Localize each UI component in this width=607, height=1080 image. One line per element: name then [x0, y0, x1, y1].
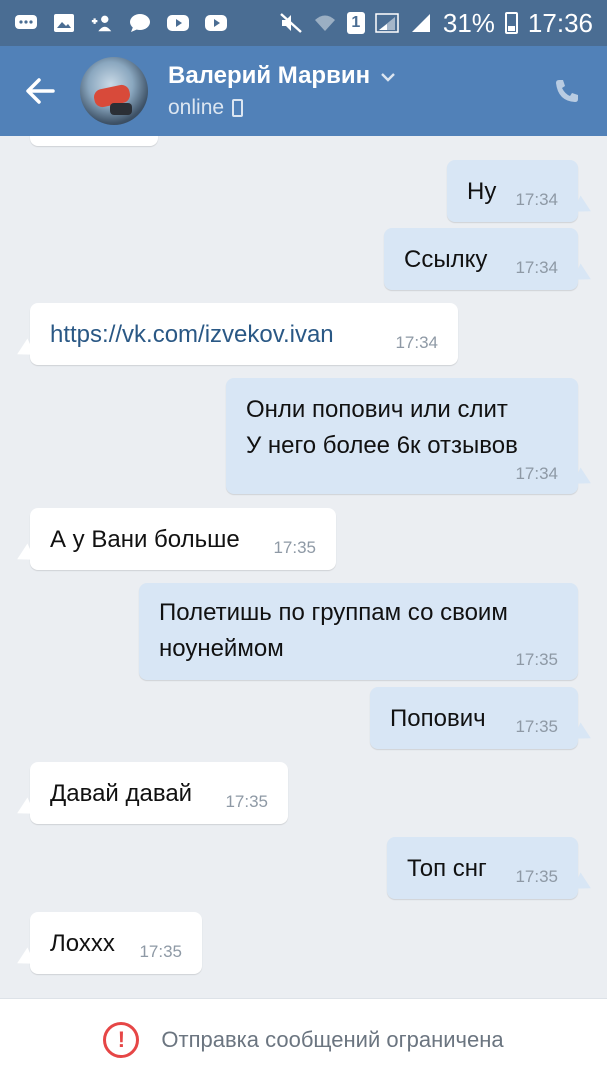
notification-icons — [14, 13, 228, 33]
message-time: 17:34 — [515, 464, 558, 483]
chevron-down-icon — [380, 66, 396, 87]
message-bubble[interactable]: Попович 17:35 — [370, 687, 578, 749]
online-status: online — [168, 96, 225, 119]
system-indicators: 1 31% 17:36 — [279, 8, 593, 39]
message-bubble[interactable]: Топ снг 17:35 — [387, 837, 578, 899]
signal-icon — [375, 13, 399, 33]
restriction-text: Отправка сообщений ограничена — [161, 1026, 504, 1052]
battery-icon — [504, 12, 518, 34]
battery-percent: 31% — [442, 7, 495, 38]
message-time: 17:35 — [515, 867, 558, 886]
message-bubble[interactable]: Полетишь по группам со своим ноунеймом 1… — [139, 583, 578, 680]
chat-header: Валерий Марвин online — [0, 46, 607, 136]
message-fragment — [30, 136, 158, 146]
avatar[interactable] — [80, 57, 148, 125]
message-bubble[interactable]: Давай давай 17:35 — [30, 762, 288, 824]
message-text: Онли попович или слит У него более 6к от… — [246, 396, 518, 459]
message-time: 17:35 — [225, 792, 268, 811]
message-text: А у Вани больше — [50, 526, 240, 553]
message-time: 17:34 — [515, 258, 558, 277]
message-list[interactable]: Ну 17:34 Ссылку 17:34 https://vk.com/izv… — [0, 136, 607, 998]
message-text: Ну — [467, 178, 497, 205]
back-button[interactable] — [0, 46, 80, 136]
chat-screen: 1 31% 17:36 Валерий Марвин online Ну 17:… — [0, 0, 607, 1080]
add-contact-icon — [90, 13, 114, 33]
youtube-icon — [166, 13, 190, 33]
message-text: Попович — [390, 705, 486, 732]
wifi-icon — [313, 13, 337, 33]
gallery-icon — [52, 13, 76, 33]
message-time: 17:35 — [515, 717, 558, 736]
signal-icon — [409, 13, 433, 33]
youtube-icon — [204, 13, 228, 33]
message-bubble[interactable]: Ну 17:34 — [447, 160, 578, 222]
contact-info[interactable]: Валерий Марвин online — [168, 62, 527, 120]
arrow-left-icon — [26, 78, 55, 104]
message-time: 17:35 — [515, 650, 558, 669]
status-bar: 1 31% 17:36 — [0, 0, 607, 46]
message-text: Давай давай — [50, 780, 193, 807]
message-text: Ссылку — [404, 246, 488, 273]
message-time: 17:34 — [395, 333, 438, 352]
phone-icon — [556, 80, 578, 102]
call-button[interactable] — [527, 46, 607, 136]
message-bubble[interactable]: А у Вани больше 17:35 — [30, 508, 336, 570]
contact-name: Валерий Марвин — [168, 62, 371, 89]
chat-bubbles-icon — [14, 13, 38, 33]
message-text: Лохxx — [50, 930, 115, 957]
mobile-icon — [232, 99, 244, 117]
clock: 17:36 — [527, 7, 593, 38]
mute-icon — [279, 13, 303, 33]
message-icon — [128, 13, 152, 33]
warning-icon: ! — [103, 1021, 140, 1058]
message-text: Полетишь по группам со своим ноунеймом — [159, 599, 508, 662]
message-bubble[interactable]: Лохxx 17:35 — [30, 912, 202, 974]
message-text: Топ снг — [407, 855, 487, 882]
message-bubble[interactable]: https://vk.com/izvekov.ivan 17:34 — [30, 303, 458, 365]
sim-indicator: 1 — [346, 12, 365, 34]
message-time: 17:34 — [515, 190, 558, 209]
message-time: 17:35 — [139, 942, 182, 961]
message-bubble[interactable]: Ссылку 17:34 — [384, 228, 578, 290]
message-bubble[interactable]: Онли попович или слит У него более 6к от… — [226, 378, 578, 494]
restriction-banner: ! Отправка сообщений ограничена — [0, 998, 607, 1080]
message-time: 17:35 — [273, 538, 316, 557]
message-link[interactable]: https://vk.com/izvekov.ivan — [50, 317, 334, 353]
